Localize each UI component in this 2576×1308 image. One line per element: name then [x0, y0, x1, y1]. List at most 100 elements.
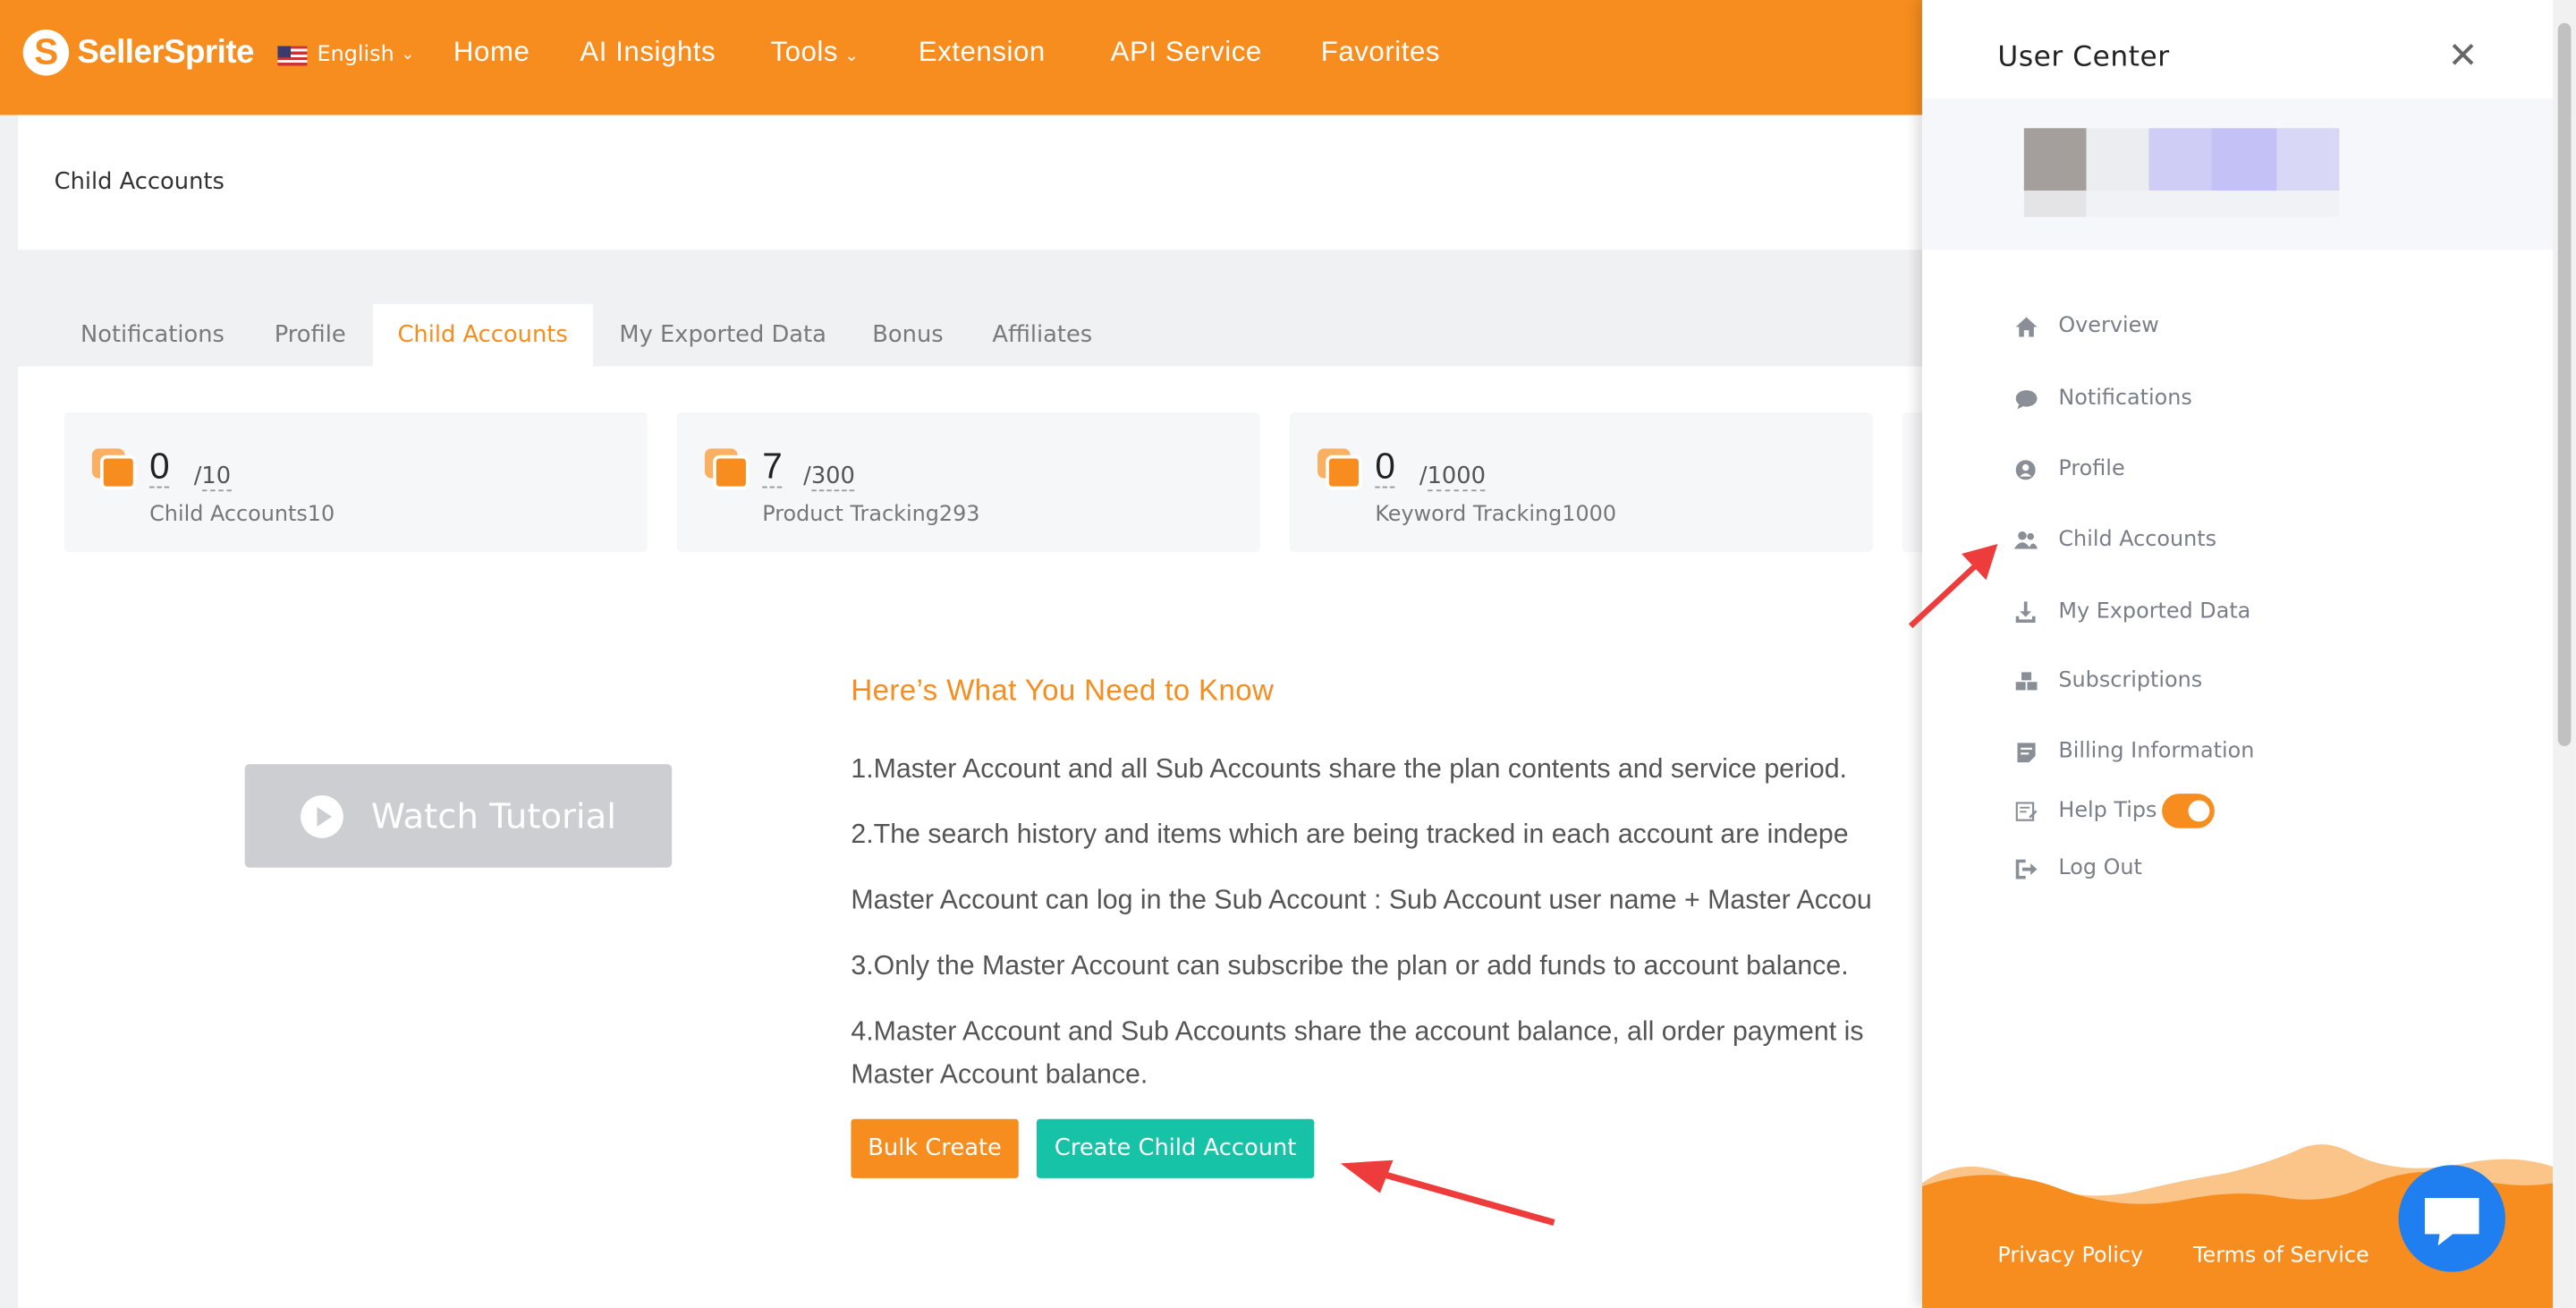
child-accounts-icon [91, 448, 137, 490]
stat-total-value: 10 [201, 463, 232, 492]
menu-label: Help Tips [2058, 798, 2157, 824]
menu-subscriptions[interactable]: Subscriptions [2014, 668, 2203, 694]
know-line-6: Master Account balance. [851, 1059, 1148, 1090]
stat-used: 0 [1375, 445, 1395, 488]
keyword-tracking-icon [1318, 448, 1362, 490]
know-line-4: 3.Only the Master Account can subscribe … [851, 951, 1849, 981]
tab-child-accounts[interactable]: Child Accounts [372, 303, 593, 367]
menu-label: Log Out [2058, 855, 2142, 881]
us-flag-icon [277, 45, 308, 65]
annotation-arrow-create [1340, 1159, 1555, 1227]
help-tips-toggle[interactable] [2162, 794, 2215, 828]
know-line-1: 1.Master Account and all Sub Accounts sh… [851, 754, 1847, 785]
menu-label: Overview [2058, 313, 2159, 339]
play-icon [300, 794, 343, 837]
know-line-5: 4.Master Account and Sub Accounts share … [851, 1016, 1864, 1047]
menu-label: Notifications [2058, 386, 2192, 412]
watch-tutorial-label: Watch Tutorial [370, 795, 616, 836]
language-selector[interactable]: English ⌄ [277, 42, 415, 68]
bulk-create-button[interactable]: Bulk Create [851, 1118, 1019, 1178]
menu-notifications[interactable]: Notifications [2014, 386, 2192, 412]
stat-label: Keyword Tracking1000 [1375, 503, 1617, 528]
stat-used: 0 [149, 445, 170, 488]
menu-label: Subscriptions [2058, 668, 2203, 694]
stat-card-child-accounts: 0 /10 Child Accounts10 [64, 412, 648, 553]
nav-api-service[interactable]: API Service [1111, 36, 1262, 69]
nav-extension[interactable]: Extension [919, 36, 1046, 69]
stat-total-value: 1000 [1427, 463, 1487, 492]
chevron-down-icon: ⌄ [401, 46, 415, 64]
create-child-account-button[interactable]: Create Child Account [1036, 1118, 1315, 1178]
nav-home[interactable]: Home [453, 36, 530, 69]
scrollbar-thumb[interactable] [2557, 22, 2572, 746]
stat-used-value: 7 [762, 445, 783, 488]
chat-support-button[interactable] [2398, 1165, 2505, 1272]
nav-favorites[interactable]: Favorites [1321, 36, 1440, 69]
stat-total: /300 [803, 463, 855, 492]
cubes-icon [2014, 669, 2038, 692]
page-header: Child Accounts [18, 115, 1924, 251]
tab-profile[interactable]: Profile [250, 304, 370, 367]
menu-help-tips: Help Tips [2014, 798, 2157, 824]
privacy-policy-link[interactable]: Privacy Policy [1997, 1244, 2143, 1269]
drawer-scrollbar[interactable] [2553, 0, 2576, 1308]
menu-log-out[interactable]: Log Out [2014, 855, 2142, 881]
menu-label: Profile [2058, 456, 2125, 482]
logo-mark-icon: S [22, 30, 70, 76]
stat-total-value: 300 [810, 463, 855, 492]
nav-tools[interactable]: Tools ⌄ [770, 36, 859, 69]
menu-billing-information[interactable]: Billing Information [2014, 739, 2255, 765]
users-icon [2013, 528, 2038, 551]
tab-notifications[interactable]: Notifications [55, 304, 249, 367]
download-icon [2014, 600, 2038, 624]
nav-ai-insights[interactable]: AI Insights [580, 36, 716, 69]
language-label: English [317, 42, 394, 68]
menu-overview[interactable]: Overview [2014, 313, 2159, 339]
menu-my-exported-data[interactable]: My Exported Data [2014, 599, 2251, 624]
chat-bubble-icon [2424, 1197, 2479, 1246]
menu-label: My Exported Data [2058, 599, 2251, 624]
account-tabs: Notifications Profile Child Accounts My … [18, 303, 1924, 367]
chat-bubble-icon [2014, 387, 2038, 411]
stat-card-product-tracking: 7 /300 Product Tracking293 [676, 412, 1260, 553]
stat-used-value: 0 [1375, 445, 1395, 488]
know-line-3: Master Account can log in the Sub Accoun… [851, 885, 1872, 916]
blurred-avatar [2023, 128, 2343, 220]
brand-name: SellerSprite [77, 33, 254, 71]
logout-icon [2014, 857, 2038, 880]
tab-my-exported-data[interactable]: My Exported Data [595, 304, 852, 367]
stat-total: /10 [193, 463, 232, 492]
app-viewport: S SellerSprite English ⌄ Home AI Insight… [0, 0, 2576, 1308]
menu-label: Billing Information [2058, 739, 2255, 765]
tab-bonus[interactable]: Bonus [848, 304, 968, 367]
user-avatar-area [1921, 98, 2554, 251]
annotation-arrow-menu [1908, 543, 1998, 629]
know-heading: Here’s What You Need to Know [851, 674, 1275, 707]
billing-icon [2014, 740, 2038, 763]
stat-label: Child Accounts10 [149, 503, 335, 528]
user-center-drawer: User Center ✕ Overview Notifications Pro… [1921, 0, 2576, 1308]
user-circle-icon [2014, 458, 2038, 481]
close-icon[interactable]: ✕ [2448, 36, 2479, 77]
watch-tutorial-button[interactable]: Watch Tutorial [244, 764, 673, 868]
stat-used: 7 [762, 445, 783, 488]
user-center-title: User Center [1997, 40, 2170, 74]
page-title: Child Accounts [54, 169, 225, 196]
menu-child-accounts[interactable]: Child Accounts [2013, 527, 2217, 553]
stat-label: Product Tracking293 [762, 503, 980, 528]
product-tracking-icon [704, 448, 750, 490]
stat-total: /1000 [1419, 463, 1487, 492]
terms-of-service-link[interactable]: Terms of Service [2193, 1244, 2369, 1269]
menu-profile[interactable]: Profile [2014, 456, 2125, 482]
menu-label: Child Accounts [2058, 527, 2217, 553]
child-accounts-panel: 0 /10 Child Accounts10 7 /300 Product Tr… [18, 366, 1936, 1308]
chevron-down-icon: ⌄ [844, 47, 860, 66]
stat-card-keyword-tracking: 0 /1000 Keyword Tracking1000 [1289, 412, 1873, 553]
nav-tools-label: Tools [770, 36, 839, 68]
stat-used-value: 0 [149, 445, 170, 488]
know-line-2: 2.The search history and items which are… [851, 820, 1849, 850]
home-icon [2014, 315, 2038, 338]
help-tips-icon [2014, 800, 2038, 823]
brand-logo[interactable]: S SellerSprite [22, 30, 254, 76]
tab-affiliates[interactable]: Affiliates [968, 304, 1117, 367]
